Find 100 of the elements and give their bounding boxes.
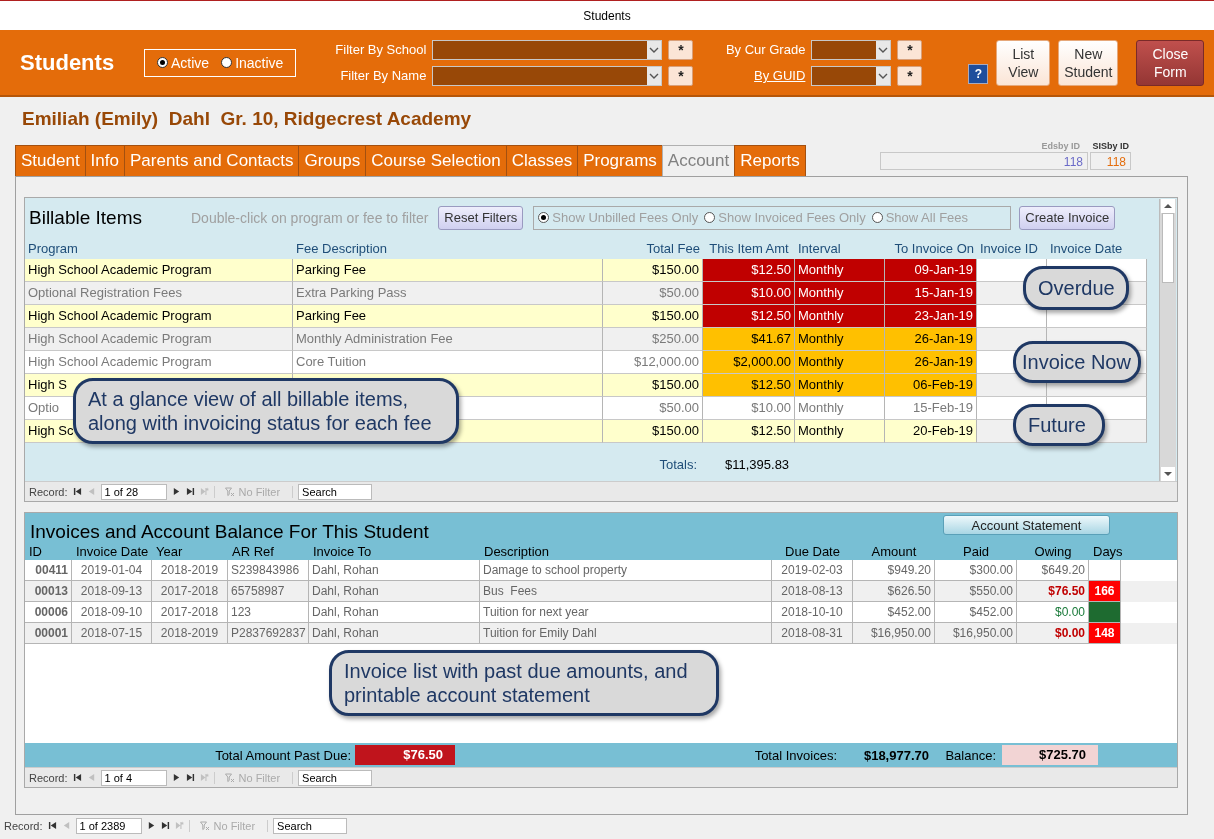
fee-filter-radio[interactable]: Show Invoiced Fees Only	[704, 210, 866, 226]
clear-filter-button[interactable]: *	[668, 65, 694, 86]
table-cell: $16,950.00	[952, 626, 1013, 640]
table-cell: 06-Feb-19	[885, 373, 977, 397]
table-cell: $0.00	[1054, 626, 1085, 640]
section-title: Billable Items	[29, 206, 143, 229]
table-cell: $41.67	[703, 327, 795, 351]
table-cell: Monthly	[795, 396, 885, 420]
callout: Overdue	[1023, 266, 1129, 310]
table-cell: Core Tuition	[293, 350, 603, 374]
tab[interactable]: Reports	[734, 145, 806, 176]
column-header: Year	[155, 544, 184, 559]
clear-filter-button[interactable]: *	[897, 39, 923, 60]
tab[interactable]: Course Selection	[365, 145, 507, 176]
table-cell: Tuition for Emily Dahl	[483, 626, 597, 640]
table-cell: $150.00	[603, 373, 703, 397]
tab[interactable]: Groups	[298, 145, 367, 176]
status-radio[interactable]: Inactive	[221, 54, 284, 71]
search-field[interactable]: Search	[273, 817, 348, 834]
table-cell: Damage to school property	[483, 563, 628, 577]
table-cell: 15-Jan-19	[885, 281, 977, 305]
fee-filter-radio[interactable]: Show All Fees	[871, 210, 969, 226]
header-button[interactable]: New Student	[1058, 39, 1119, 86]
table-cell: Monthly	[795, 281, 885, 305]
table-cell: 00006	[34, 605, 68, 619]
search-field[interactable]: Search	[298, 769, 373, 786]
table-cell: $452.00	[969, 605, 1013, 619]
filter-label: Filter By Name	[339, 68, 427, 83]
filter-label: By Cur Grade	[724, 42, 806, 57]
fee-filter-radio[interactable]: Show Unbilled Fees Only	[538, 210, 699, 226]
column-header: Days	[1092, 544, 1121, 559]
clear-filter-button[interactable]: *	[668, 39, 694, 60]
table-cell: 26-Jan-19	[885, 327, 977, 351]
totals-value: $11,395.83	[724, 456, 791, 472]
table-cell: $150.00	[603, 258, 703, 282]
table-cell: Optional Registration Fees	[25, 281, 293, 305]
id-label: Edsby ID	[1041, 140, 1081, 152]
close-form-button[interactable]: Close Form	[1136, 39, 1205, 86]
column-header: Description	[483, 544, 551, 559]
filter-label: Filter By School	[334, 42, 427, 57]
table-cell: $76.50	[1048, 584, 1085, 598]
filter-toggle[interactable]: No Filter	[188, 819, 269, 832]
table-cell: $16,950.00	[870, 626, 931, 640]
table-cell: 15-Feb-19	[885, 396, 977, 420]
clear-filter-button[interactable]: *	[897, 65, 923, 86]
column-header: Interval	[797, 240, 842, 256]
callout: Invoice Now	[1013, 341, 1141, 383]
table-cell: Monthly	[795, 419, 885, 443]
table-cell: High School Academic Program	[25, 327, 293, 351]
tab[interactable]: Programs	[577, 145, 663, 176]
status-radio[interactable]: Active	[157, 54, 210, 71]
table-cell: $50.00	[603, 281, 703, 305]
table-cell: 2018-08-31	[781, 626, 843, 640]
table-cell: Parking Fee	[293, 304, 603, 328]
guid-link[interactable]: By GUID	[699, 68, 806, 83]
total-invoices-label: Total Invoices:	[753, 747, 838, 763]
tab[interactable]: Info	[84, 145, 125, 176]
table-cell: 2018-07-15	[80, 626, 143, 640]
tab[interactable]: Classes	[505, 145, 579, 176]
help-button[interactable]: ?	[968, 63, 989, 84]
tab[interactable]: Parents and Contacts	[123, 145, 300, 176]
table-cell: $452.00	[887, 605, 931, 619]
table-cell: Dahl, Rohan	[312, 605, 379, 619]
table-cell: $12.50	[703, 373, 795, 397]
record-number-field[interactable]: 1 of 4	[100, 769, 167, 786]
table-cell: Monthly	[795, 350, 885, 374]
table-cell: $0.00	[1054, 605, 1085, 619]
record-number-field[interactable]: 1 of 2389	[75, 817, 142, 834]
column-header: Invoice Date	[1049, 240, 1124, 256]
filter-toggle[interactable]: No Filter	[213, 771, 294, 784]
days-indicator: 166	[1089, 581, 1121, 602]
search-field[interactable]: Search	[298, 483, 373, 500]
table-cell: $300.00	[969, 563, 1013, 577]
table-cell: Monthly	[795, 373, 885, 397]
totals-label: Totals:	[658, 456, 698, 472]
reset-filters-button[interactable]: Reset Filters	[438, 205, 524, 230]
table-cell: 2017-2018	[160, 584, 219, 598]
column-header: Program	[27, 240, 79, 256]
table-cell: $12.50	[703, 258, 795, 282]
column-header: Due Date	[784, 544, 841, 559]
tab[interactable]: Student	[15, 145, 86, 176]
record-number-field[interactable]: 1 of 28	[100, 483, 167, 500]
id-label: SISby ID	[1092, 140, 1130, 152]
filter-toggle[interactable]: No Filter	[213, 485, 294, 498]
table-cell: $12.50	[703, 304, 795, 328]
account-statement-button[interactable]: Account Statement	[943, 515, 1110, 535]
table-cell: Dahl, Rohan	[312, 563, 379, 577]
table-cell: S239843986	[231, 563, 300, 577]
balance-field: $725.70	[1002, 745, 1098, 765]
column-header: Invoice ID	[979, 240, 1039, 256]
create-invoice-button[interactable]: Create Invoice	[1019, 205, 1116, 230]
tab[interactable]: Account	[661, 145, 736, 176]
column-header: Paid	[962, 544, 990, 559]
table-cell: $949.20	[887, 563, 931, 577]
table-cell: $12,000.00	[603, 350, 703, 374]
header-button[interactable]: List View	[996, 39, 1051, 86]
form-title: Students	[20, 49, 116, 76]
table-cell: 2017-2018	[160, 605, 219, 619]
table-cell: Monthly	[795, 327, 885, 351]
section-title: Invoices and Account Balance For This Student	[29, 521, 429, 543]
